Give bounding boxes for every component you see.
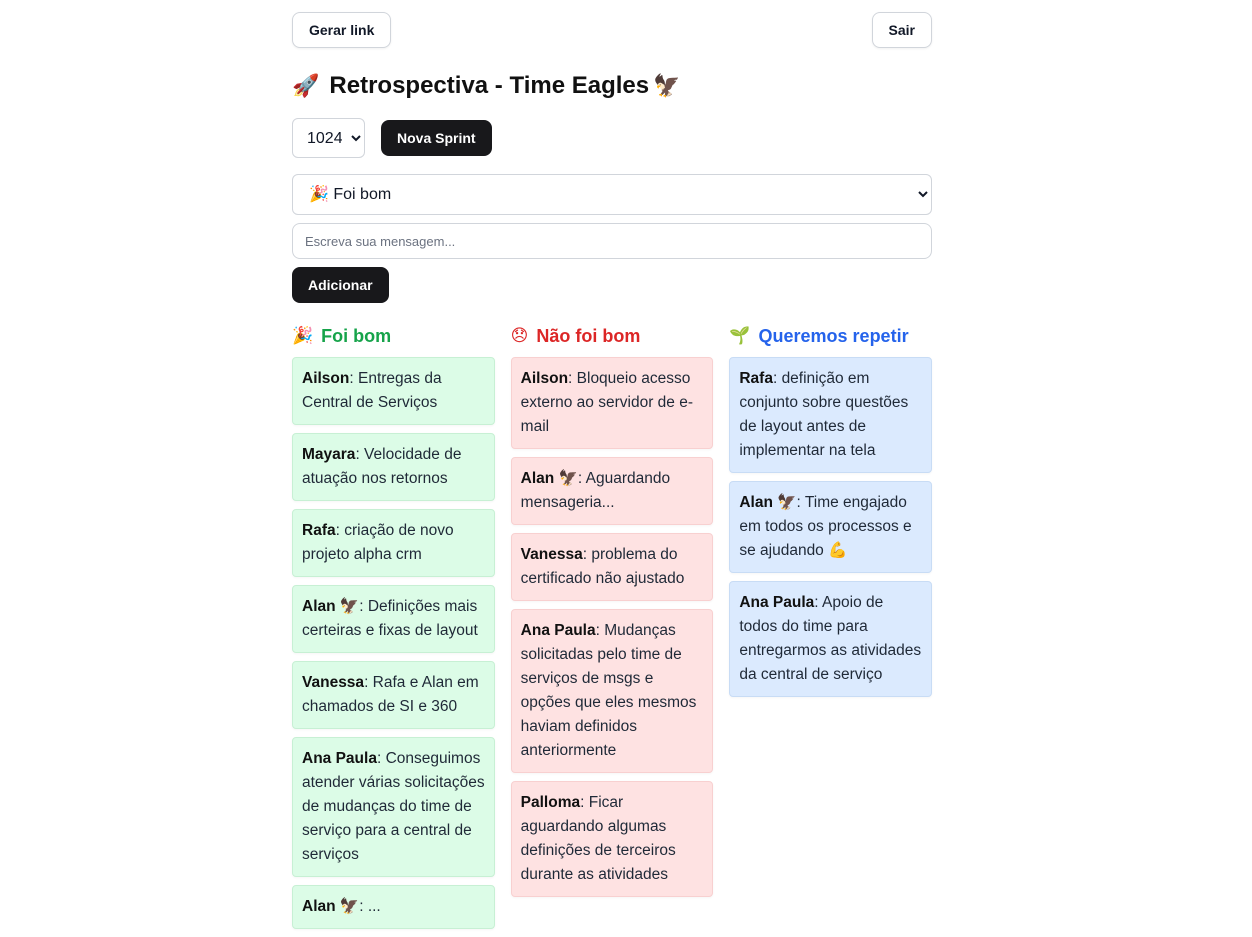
card-text: : Mudanças solicitadas pelo time de serv… [520, 622, 697, 759]
retro-card: Rafa: definição em conjunto sobre questõ… [729, 357, 933, 473]
card-author: Ana Paula [520, 622, 596, 639]
retro-card: Alan 🦅: Definições mais certeiras e fixa… [292, 585, 495, 653]
column-title: Não foi bom [536, 325, 641, 346]
sprint-select[interactable]: 1024 [292, 118, 365, 158]
seedling-icon: 🌱 [729, 326, 751, 345]
sprint-controls: 1024 Nova Sprint [292, 118, 932, 158]
card-list: Rafa: definição em conjunto sobre questõ… [729, 357, 933, 697]
card-author: Alan 🦅 [520, 470, 578, 487]
card-author: Ana Paula [302, 750, 377, 767]
retro-card: Mayara: Velocidade de atuação nos retorn… [292, 433, 495, 501]
retro-card: Alan 🦅: ... [292, 885, 495, 929]
card-list: Ailson: Entregas da Central de Serviços M… [292, 357, 495, 929]
retro-page: Gerar link Sair 🚀 Retrospectiva - Time E… [292, 12, 933, 937]
column-nao-foi-bom: 😞 Não foi bom Ailson: Bloqueio acesso ex… [510, 325, 714, 905]
card-author: Alan 🦅 [302, 898, 360, 915]
card-author: Alan 🦅 [739, 494, 797, 511]
column-foi-bom: 🎉 Foi bom Ailson: Entregas da Central de… [292, 325, 495, 937]
retro-card: Ana Paula: Conseguimos atender várias so… [292, 737, 495, 877]
card-text: : ... [359, 898, 381, 915]
card-author: Rafa [739, 370, 773, 387]
card-author: Ailson [520, 370, 569, 387]
card-author: Vanessa [302, 674, 365, 691]
retro-card: Ana Paula: Mudanças solicitadas pelo tim… [510, 609, 714, 773]
message-input[interactable] [292, 223, 932, 259]
card-list: Ailson: Bloqueio acesso externo ao servi… [510, 357, 714, 897]
card-author: Mayara [302, 446, 356, 463]
retro-card: Alan 🦅: Aguardando mensageria... [510, 457, 714, 525]
retro-card: Palloma: Ficar aguardando algumas defini… [510, 781, 714, 897]
column-header: 🎉 Foi bom [292, 325, 495, 347]
page-title-text: Retrospectiva - Time Eagles [329, 72, 650, 99]
category-select[interactable]: 🎉 Foi bom [292, 174, 932, 215]
column-queremos-repetir: 🌱 Queremos repetir Rafa: definição em co… [729, 325, 933, 705]
new-sprint-button[interactable]: Nova Sprint [381, 120, 492, 156]
add-button[interactable]: Adicionar [292, 267, 389, 303]
add-row: Adicionar [292, 267, 932, 303]
retro-card: Vanessa: problema do certificado não aju… [510, 533, 714, 601]
column-header: 🌱 Queremos repetir [729, 325, 932, 347]
column-title: Foi bom [321, 325, 392, 346]
card-author: Ailson [302, 370, 350, 387]
retro-card: Rafa: criação de novo projeto alpha crm [292, 509, 495, 577]
card-author: Ana Paula [739, 594, 815, 611]
card-author: Rafa [302, 522, 336, 539]
retro-card: Ailson: Bloqueio acesso externo ao servi… [510, 357, 714, 449]
retro-card: Vanessa: Rafa e Alan em chamados de SI e… [292, 661, 495, 729]
top-bar: Gerar link Sair [292, 12, 932, 48]
eagle-icon: 🦅 [653, 73, 681, 98]
card-author: Vanessa [520, 546, 583, 563]
column-title: Queremos repetir [758, 325, 909, 346]
disappointed-face-icon: 😞 [510, 326, 529, 345]
page-title: 🚀 Retrospectiva - Time Eagles 🦅 [292, 68, 932, 104]
retro-card: Alan 🦅: Time engajado em todos os proces… [729, 481, 933, 573]
rocket-icon: 🚀 [292, 73, 320, 98]
logout-button[interactable]: Sair [871, 12, 932, 48]
retro-card: Ailson: Entregas da Central de Serviços [292, 357, 495, 425]
party-popper-icon: 🎉 [292, 326, 314, 345]
card-author: Alan 🦅 [302, 598, 360, 615]
retro-card: Ana Paula: Apoio de todos do time para e… [729, 581, 933, 697]
card-author: Palloma [520, 794, 581, 811]
retro-columns: 🎉 Foi bom Ailson: Entregas da Central de… [292, 325, 933, 937]
column-header: 😞 Não foi bom [511, 325, 714, 347]
generate-link-button[interactable]: Gerar link [292, 12, 392, 48]
